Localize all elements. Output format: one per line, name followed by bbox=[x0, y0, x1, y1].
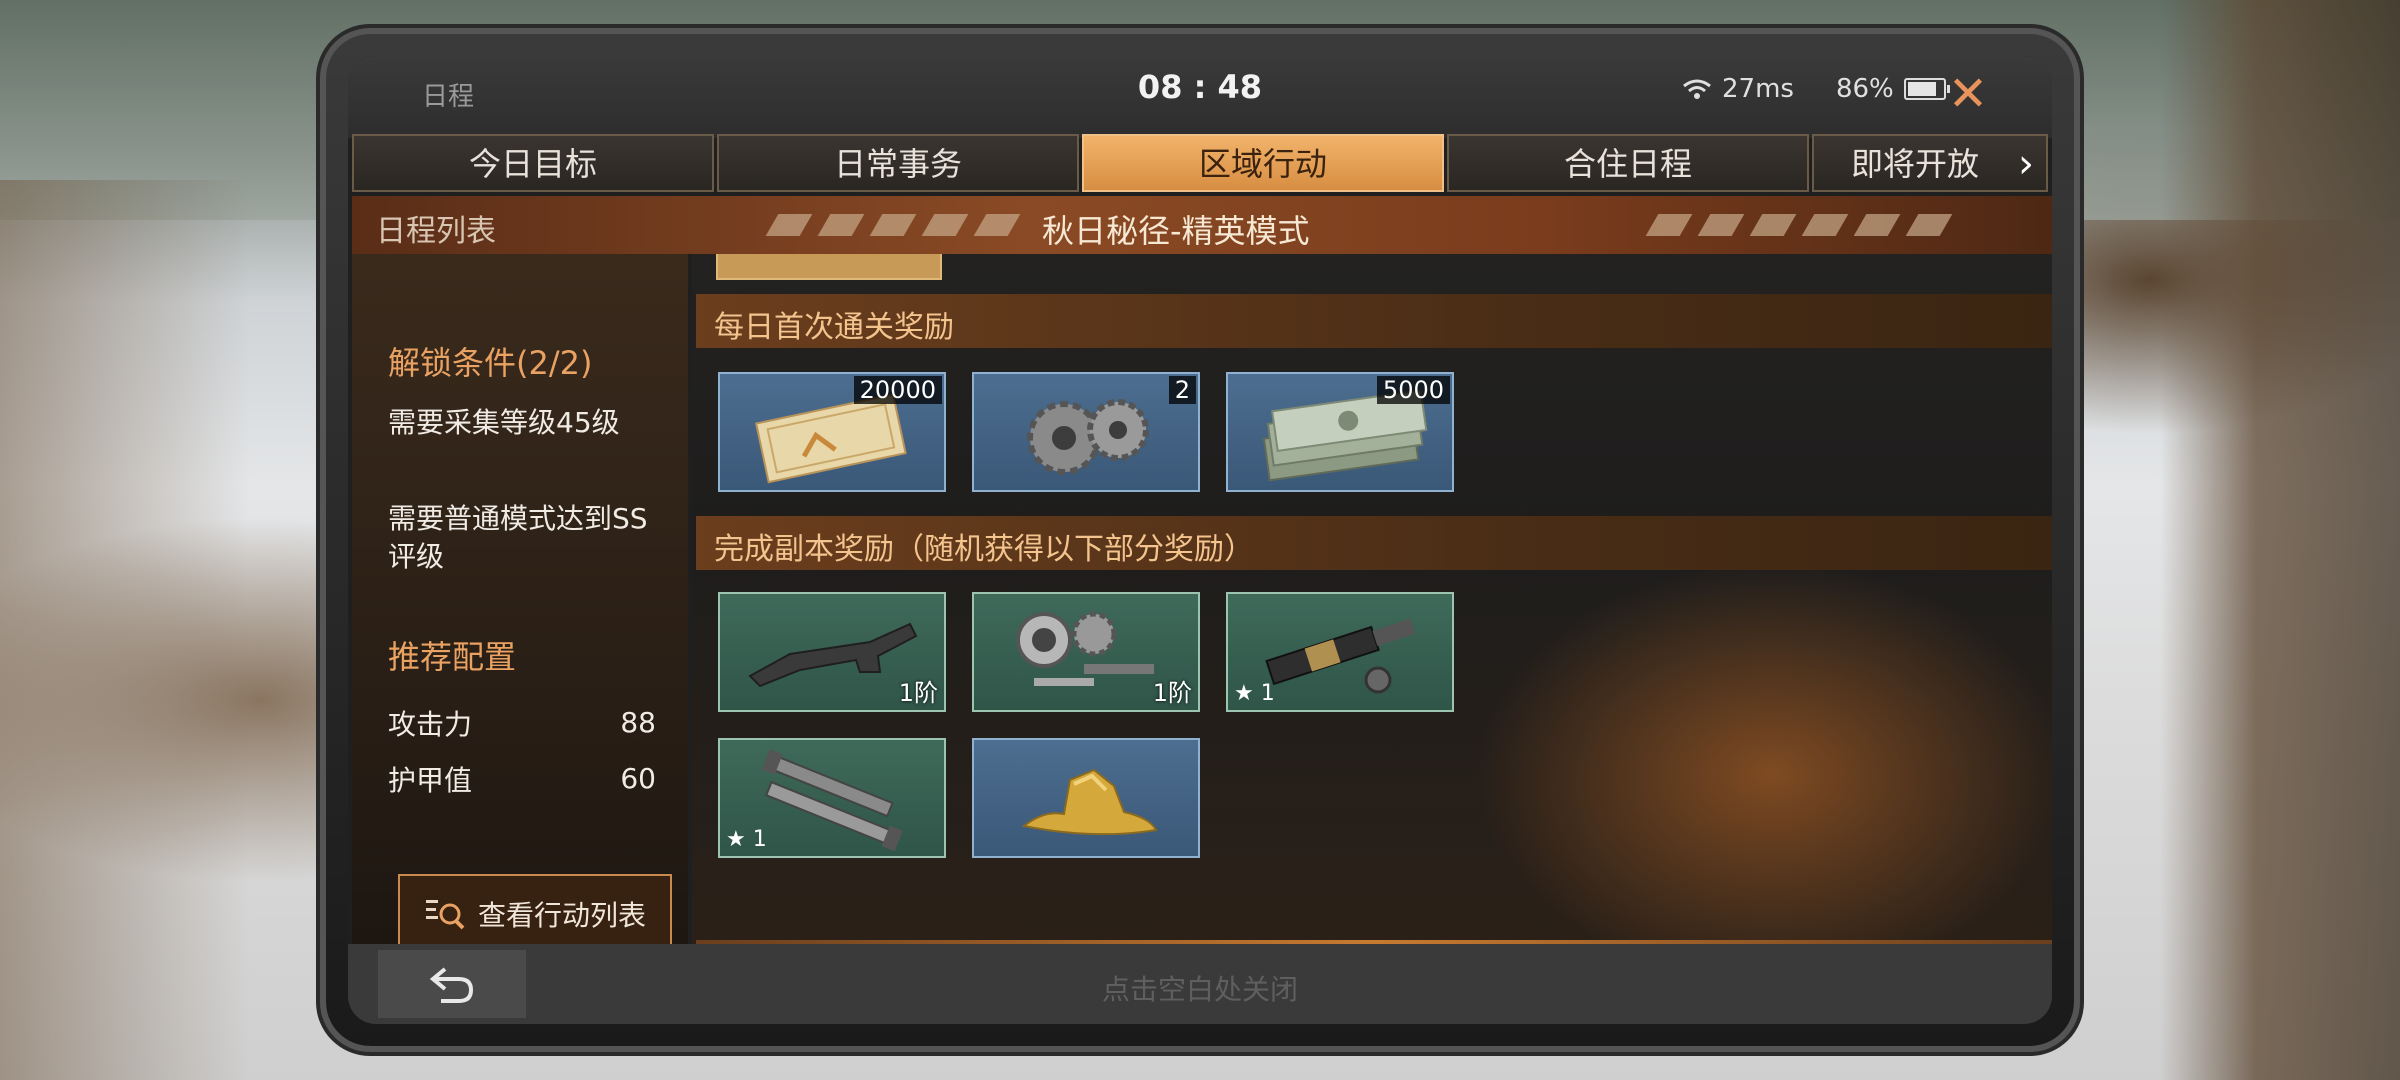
attack-label: 攻击力 bbox=[388, 708, 473, 741]
tab-bar: 今日目标 日常事务 区域行动 合住日程 即将开放 › bbox=[352, 134, 2052, 196]
schedule-list-label[interactable]: 日程列表 bbox=[376, 206, 496, 250]
daily-reward-title: 每日首次通关奖励 bbox=[714, 310, 954, 345]
item-tier: 1阶 bbox=[898, 679, 938, 707]
status-bar: 日程 08 : 48 27ms 86% ✕ bbox=[348, 56, 2052, 138]
reward-item-gears[interactable]: 2 bbox=[972, 372, 1200, 492]
attack-value: 88 bbox=[620, 706, 656, 739]
unlock-condition-2b: 评级 bbox=[388, 540, 445, 573]
ping-label: 27ms bbox=[1722, 74, 1794, 104]
tab-shared-schedule[interactable]: 合住日程 bbox=[1447, 134, 1809, 192]
item-count: 2 bbox=[1168, 376, 1196, 404]
wifi-icon bbox=[1683, 79, 1711, 99]
reward-item-gold-nugget[interactable] bbox=[972, 738, 1200, 858]
previous-item-edge bbox=[716, 254, 942, 280]
item-tier: 1阶 bbox=[1152, 679, 1192, 707]
list-search-icon bbox=[425, 900, 465, 930]
item-star-count: 1 bbox=[752, 827, 767, 852]
reward-item-bolts[interactable]: ★ 1 bbox=[718, 738, 946, 858]
reward-item-certificate[interactable]: 20000 bbox=[718, 372, 946, 492]
bottom-bar: 点击空白处关闭 bbox=[348, 944, 2052, 1024]
tab-daily-tasks[interactable]: 日常事务 bbox=[717, 134, 1079, 192]
item-star: ★ 1 bbox=[726, 827, 767, 852]
gold-nugget-icon bbox=[1021, 768, 1158, 836]
requirements-panel: 解锁条件(2/2) 需要采集等级45级 需要普通模式达到SS 评级 推荐配置 攻… bbox=[352, 254, 688, 954]
chevron-right-icon[interactable]: › bbox=[2018, 136, 2034, 192]
tab-today-goals[interactable]: 今日目标 bbox=[352, 134, 714, 192]
battery-label: 86% bbox=[1835, 74, 1894, 104]
tab-coming-soon[interactable]: 即将开放 › bbox=[1812, 134, 2048, 192]
item-star-count: 1 bbox=[1260, 681, 1275, 706]
recommended-title: 推荐配置 bbox=[388, 638, 517, 676]
decorative-stripes bbox=[765, 214, 1021, 236]
tab-area-action[interactable]: 区域行动 bbox=[1082, 134, 1444, 192]
stage-title: 秋日秘径-精英模式 bbox=[1042, 212, 1310, 250]
view-action-list-button[interactable]: 查看行动列表 bbox=[398, 874, 672, 954]
daily-reward-header: 每日首次通关奖励 bbox=[696, 294, 2052, 348]
view-action-list-label: 查看行动列表 bbox=[477, 899, 646, 932]
stage-banner: 日程列表 秋日秘径-精英模式 bbox=[352, 196, 2052, 254]
status-indicators: 27ms 86% bbox=[1682, 74, 1950, 104]
reward-item-barrel-parts[interactable]: ★ 1 bbox=[1226, 592, 1454, 712]
unlock-condition-1: 需要采集等级45级 bbox=[388, 406, 620, 439]
clear-reward-title: 完成副本奖励（随机获得以下部分奖励） bbox=[714, 532, 1254, 567]
reward-item-gun-stock[interactable]: 1阶 bbox=[718, 592, 946, 712]
reward-item-bearing-parts[interactable]: 1阶 bbox=[972, 592, 1200, 712]
item-star: ★ 1 bbox=[1234, 681, 1275, 706]
close-hint[interactable]: 点击空白处关闭 bbox=[348, 968, 2052, 1008]
unlock-title: 解锁条件(2/2) bbox=[388, 344, 593, 382]
phone-frame: 日程 08 : 48 27ms 86% ✕ 今日目标 日常事务 区域行动 合住日… bbox=[326, 34, 2074, 1046]
screen: 日程 08 : 48 27ms 86% ✕ 今日目标 日常事务 区域行动 合住日… bbox=[348, 56, 2052, 1024]
armor-label: 护甲值 bbox=[388, 764, 473, 797]
tab-coming-soon-label: 即将开放 bbox=[1850, 145, 1979, 183]
item-count: 5000 bbox=[1376, 376, 1450, 404]
item-count: 20000 bbox=[853, 376, 942, 404]
close-icon[interactable]: ✕ bbox=[1938, 64, 1998, 124]
rewards-scroll-area[interactable]: 每日首次通关奖励 20000 2 5000 完成副本奖励（随机获得以下部分奖励）… bbox=[692, 254, 2052, 944]
clear-reward-header: 完成副本奖励（随机获得以下部分奖励） bbox=[696, 516, 2052, 570]
armor-value: 60 bbox=[620, 762, 656, 795]
unlock-condition-2: 需要普通模式达到SS bbox=[388, 502, 648, 535]
gears-icon bbox=[1027, 399, 1149, 475]
reward-item-cash[interactable]: 5000 bbox=[1226, 372, 1454, 492]
decorative-stripes bbox=[1645, 214, 1953, 236]
